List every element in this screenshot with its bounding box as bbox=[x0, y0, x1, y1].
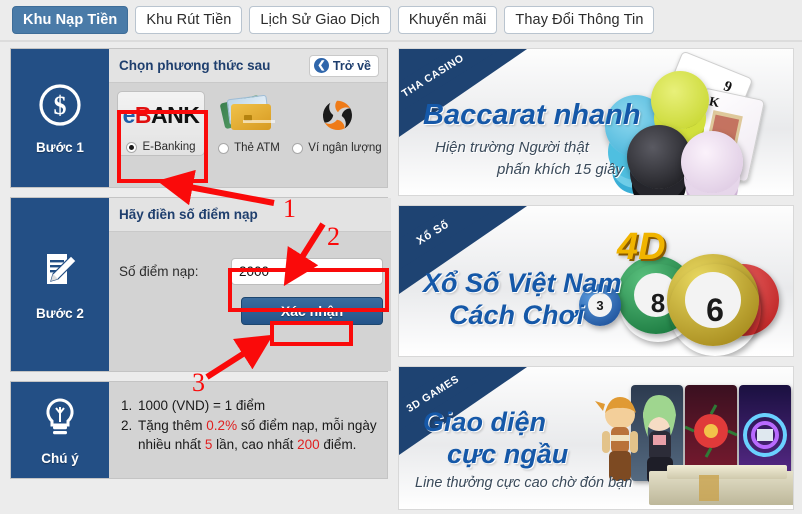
tab-label: Lịch Sử Giao Dịch bbox=[260, 12, 380, 28]
payment-method-label: Ví ngân lượng bbox=[308, 142, 382, 154]
note-item: 2. Tặng thêm 0.2% số điểm nạp, mỗi ngày … bbox=[121, 416, 377, 455]
note-text: Tặng thêm 0.2% số điểm nạp, mỗi ngày nhi… bbox=[138, 416, 377, 455]
tab-label: Khuyến mãi bbox=[408, 12, 487, 28]
step1-body: Chọn phương thức sau ❮ Trở về eBANK E-Ba… bbox=[109, 49, 387, 187]
note-text-part: Tặng thêm bbox=[138, 417, 207, 433]
note-highlight-percent: 0.2% bbox=[206, 417, 238, 433]
tab-khu-nap-tien[interactable]: Khu Nạp Tiền bbox=[12, 6, 129, 34]
lottery-ball-3: 3 bbox=[596, 297, 604, 313]
payment-method-nganluong[interactable]: Ví ngân lượng bbox=[292, 93, 382, 156]
banner-title-line2: cực ngầu bbox=[447, 439, 569, 469]
lightbulb-icon bbox=[38, 395, 82, 444]
radio-nganluong[interactable] bbox=[292, 142, 304, 154]
banner-subtitle-1: Hiện trường Người thật bbox=[435, 139, 589, 156]
note-text-part: điểm. bbox=[319, 437, 357, 453]
amount-form-row: Số điểm nạp: bbox=[109, 232, 391, 291]
banner-title-line2: Cách Chơi bbox=[449, 300, 585, 330]
deposit-form-column: $ Bước 1 Chọn phương thức sau ❮ Trở về e… bbox=[10, 48, 391, 488]
banner-title: Baccarat nhanh bbox=[423, 99, 641, 131]
nganluong-swirl-icon bbox=[293, 93, 381, 139]
tab-lich-su-giao-dich[interactable]: Lịch Sử Giao Dịch bbox=[249, 6, 391, 34]
note-label: Chú ý bbox=[41, 450, 79, 466]
step2-header: Hãy điền số điểm nạp bbox=[109, 198, 391, 232]
tab-khuyen-mai[interactable]: Khuyến mãi bbox=[397, 6, 498, 34]
atm-cards-icon bbox=[205, 93, 293, 139]
banner-3dgames[interactable]: 3D GAMES Giao diện cực ngầu Line thưởng … bbox=[398, 366, 794, 510]
radio-atm[interactable] bbox=[218, 142, 230, 154]
note-number: 2. bbox=[121, 417, 133, 433]
tab-label: Khu Rút Tiền bbox=[146, 12, 232, 28]
note-highlight-max: 200 bbox=[297, 437, 320, 453]
note-number: 1. bbox=[121, 398, 133, 413]
ebank-logo-e: e bbox=[122, 101, 136, 128]
banner-subtitle: Line thưởng cực cao chờ đón bạn bbox=[415, 475, 633, 491]
note-list: 1. 1000 (VND) = 1 điểm 2. Tặng thêm 0.2%… bbox=[109, 382, 387, 469]
back-button-label: Trở về bbox=[332, 58, 371, 73]
tab-bar-divider bbox=[0, 40, 802, 42]
page-root: Khu Nạp Tiền Khu Rút Tiền Lịch Sử Giao D… bbox=[0, 0, 802, 514]
payment-method-label: Thẻ ATM bbox=[234, 142, 280, 154]
payment-method-atm[interactable]: Thẻ ATM bbox=[205, 93, 293, 156]
banner-subtitle-2: phấn khích 15 giây bbox=[497, 161, 623, 178]
amount-field-label: Số điểm nạp: bbox=[119, 264, 199, 279]
ebank-logo-b: B bbox=[134, 101, 152, 128]
chevron-left-icon: ❮ bbox=[313, 58, 329, 73]
banner-title-line1: Xổ Số Việt Nam bbox=[423, 268, 622, 298]
svg-text:K: K bbox=[708, 93, 722, 110]
confirm-button[interactable]: Xác nhận bbox=[241, 297, 383, 325]
banner-title-line1: Giao diện bbox=[423, 407, 547, 437]
note-sidebar: Chú ý bbox=[11, 382, 109, 478]
back-button[interactable]: ❮ Trở về bbox=[308, 54, 379, 77]
tab-label: Thay Đổi Thông Tin bbox=[515, 12, 644, 28]
radio-ebanking[interactable] bbox=[126, 141, 138, 153]
note-text: 1000 (VND) = 1 điểm bbox=[138, 396, 265, 416]
svg-text:$: $ bbox=[54, 91, 67, 120]
note-text-part: lần, cao nhất bbox=[212, 437, 298, 453]
banner-casino[interactable]: THA CASINO 9 K Baccarat nhanh Hiện trườn… bbox=[398, 48, 794, 196]
step2-panel: Bước 2 Hãy điền số điểm nạp Số điểm nạp:… bbox=[10, 197, 391, 372]
tab-khu-rut-tien[interactable]: Khu Rút Tiền bbox=[135, 6, 243, 34]
step1-sidebar: $ Bước 1 bbox=[11, 49, 109, 187]
payment-method-ebanking[interactable]: eBANK E-Banking bbox=[117, 91, 205, 156]
tab-label: Khu Nạp Tiền bbox=[23, 12, 118, 28]
step1-panel: $ Bước 1 Chọn phương thức sau ❮ Trở về e… bbox=[10, 48, 388, 188]
step1-label: Bước 1 bbox=[36, 139, 84, 155]
main-tab-bar: Khu Nạp Tiền Khu Rút Tiền Lịch Sử Giao D… bbox=[0, 0, 802, 40]
step2-label: Bước 2 bbox=[36, 306, 84, 321]
banner-lottery[interactable]: Xổ Số 8 6 3 4D Xổ Số Việt Nam Cách Chơi bbox=[398, 205, 794, 357]
tab-thay-doi-thong-tin[interactable]: Thay Đổi Thông Tin bbox=[504, 6, 655, 34]
confirm-row: Xác nhận bbox=[109, 291, 391, 341]
step1-title: Chọn phương thức sau bbox=[119, 58, 271, 73]
step2-title: Hãy điền số điểm nạp bbox=[119, 207, 258, 222]
payment-method-list: eBANK E-Banking Thẻ ATM Ví ngân lượng bbox=[109, 83, 387, 165]
step2-sidebar: Bước 2 bbox=[11, 198, 109, 371]
dollar-coin-icon: $ bbox=[37, 82, 83, 133]
note-panel: Chú ý 1. 1000 (VND) = 1 điểm 2. Tặng thê… bbox=[10, 381, 388, 479]
ebank-logo-ank: ANK bbox=[151, 101, 200, 128]
document-pencil-icon bbox=[37, 248, 83, 299]
note-text-part: 1000 (VND) = 1 điểm bbox=[138, 398, 266, 413]
ebank-logo: eBANK bbox=[118, 92, 204, 138]
payment-method-label: E-Banking bbox=[142, 141, 196, 153]
promo-banner-column: THA CASINO 9 K Baccarat nhanh Hiện trườn… bbox=[398, 48, 794, 514]
note-item: 1. 1000 (VND) = 1 điểm bbox=[121, 396, 377, 416]
lottery-ball-6: 6 bbox=[669, 264, 761, 356]
banner-4d-badge: 4D bbox=[617, 226, 666, 268]
step2-body: Hãy điền số điểm nạp Số điểm nạp: Xác nh… bbox=[109, 198, 391, 371]
step1-header: Chọn phương thức sau ❮ Trở về bbox=[109, 49, 387, 83]
note-body: 1. 1000 (VND) = 1 điểm 2. Tặng thêm 0.2%… bbox=[109, 382, 387, 478]
amount-input[interactable] bbox=[231, 258, 383, 285]
